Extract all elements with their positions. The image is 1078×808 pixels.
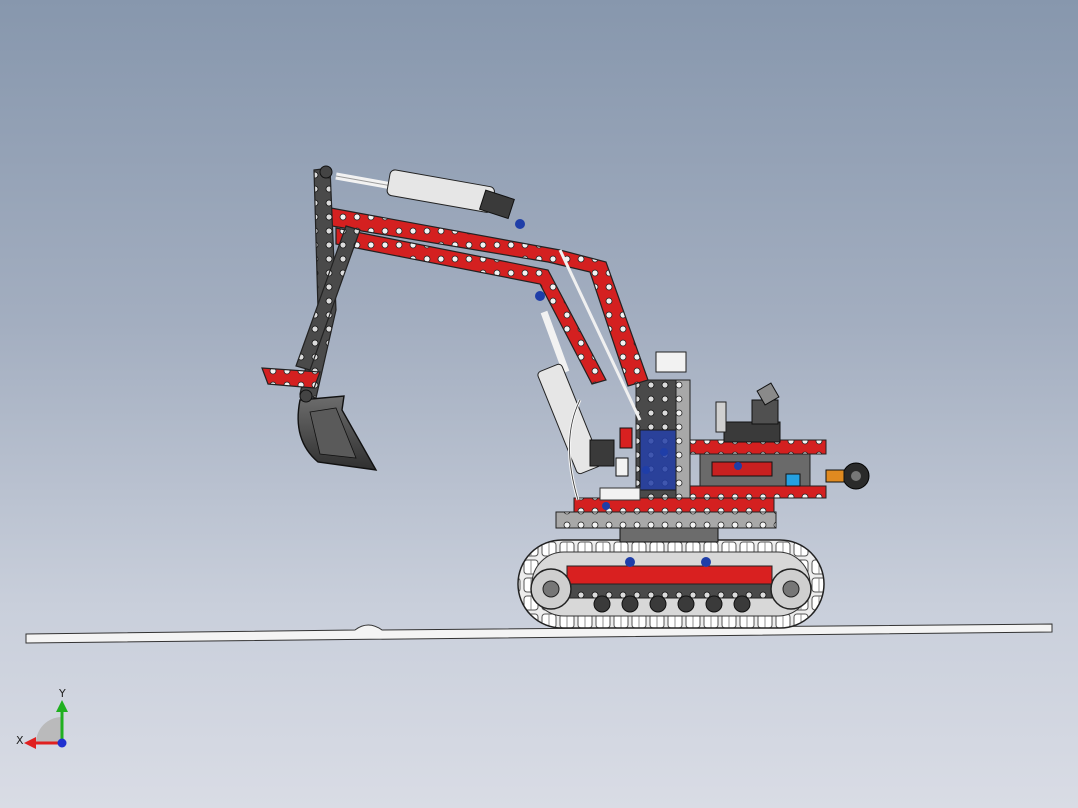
drive-sprocket [530, 568, 572, 610]
track-frame [566, 565, 773, 585]
bucket [297, 395, 378, 471]
idler-wheel [770, 568, 812, 610]
turntable [619, 527, 719, 543]
motor-block [723, 421, 781, 443]
x-axis-label: X [16, 734, 24, 747]
graphics-viewport[interactable]: X Y [0, 0, 1078, 808]
crawler-track [517, 539, 825, 629]
counterweight-gear [825, 462, 870, 490]
stick [261, 167, 361, 399]
ground-plane [25, 623, 1053, 644]
coordinate-triad [24, 700, 68, 749]
model-scene[interactable] [0, 0, 1078, 808]
bucket-cylinder [335, 169, 515, 220]
boom [319, 205, 649, 421]
y-axis-label: Y [59, 687, 66, 700]
